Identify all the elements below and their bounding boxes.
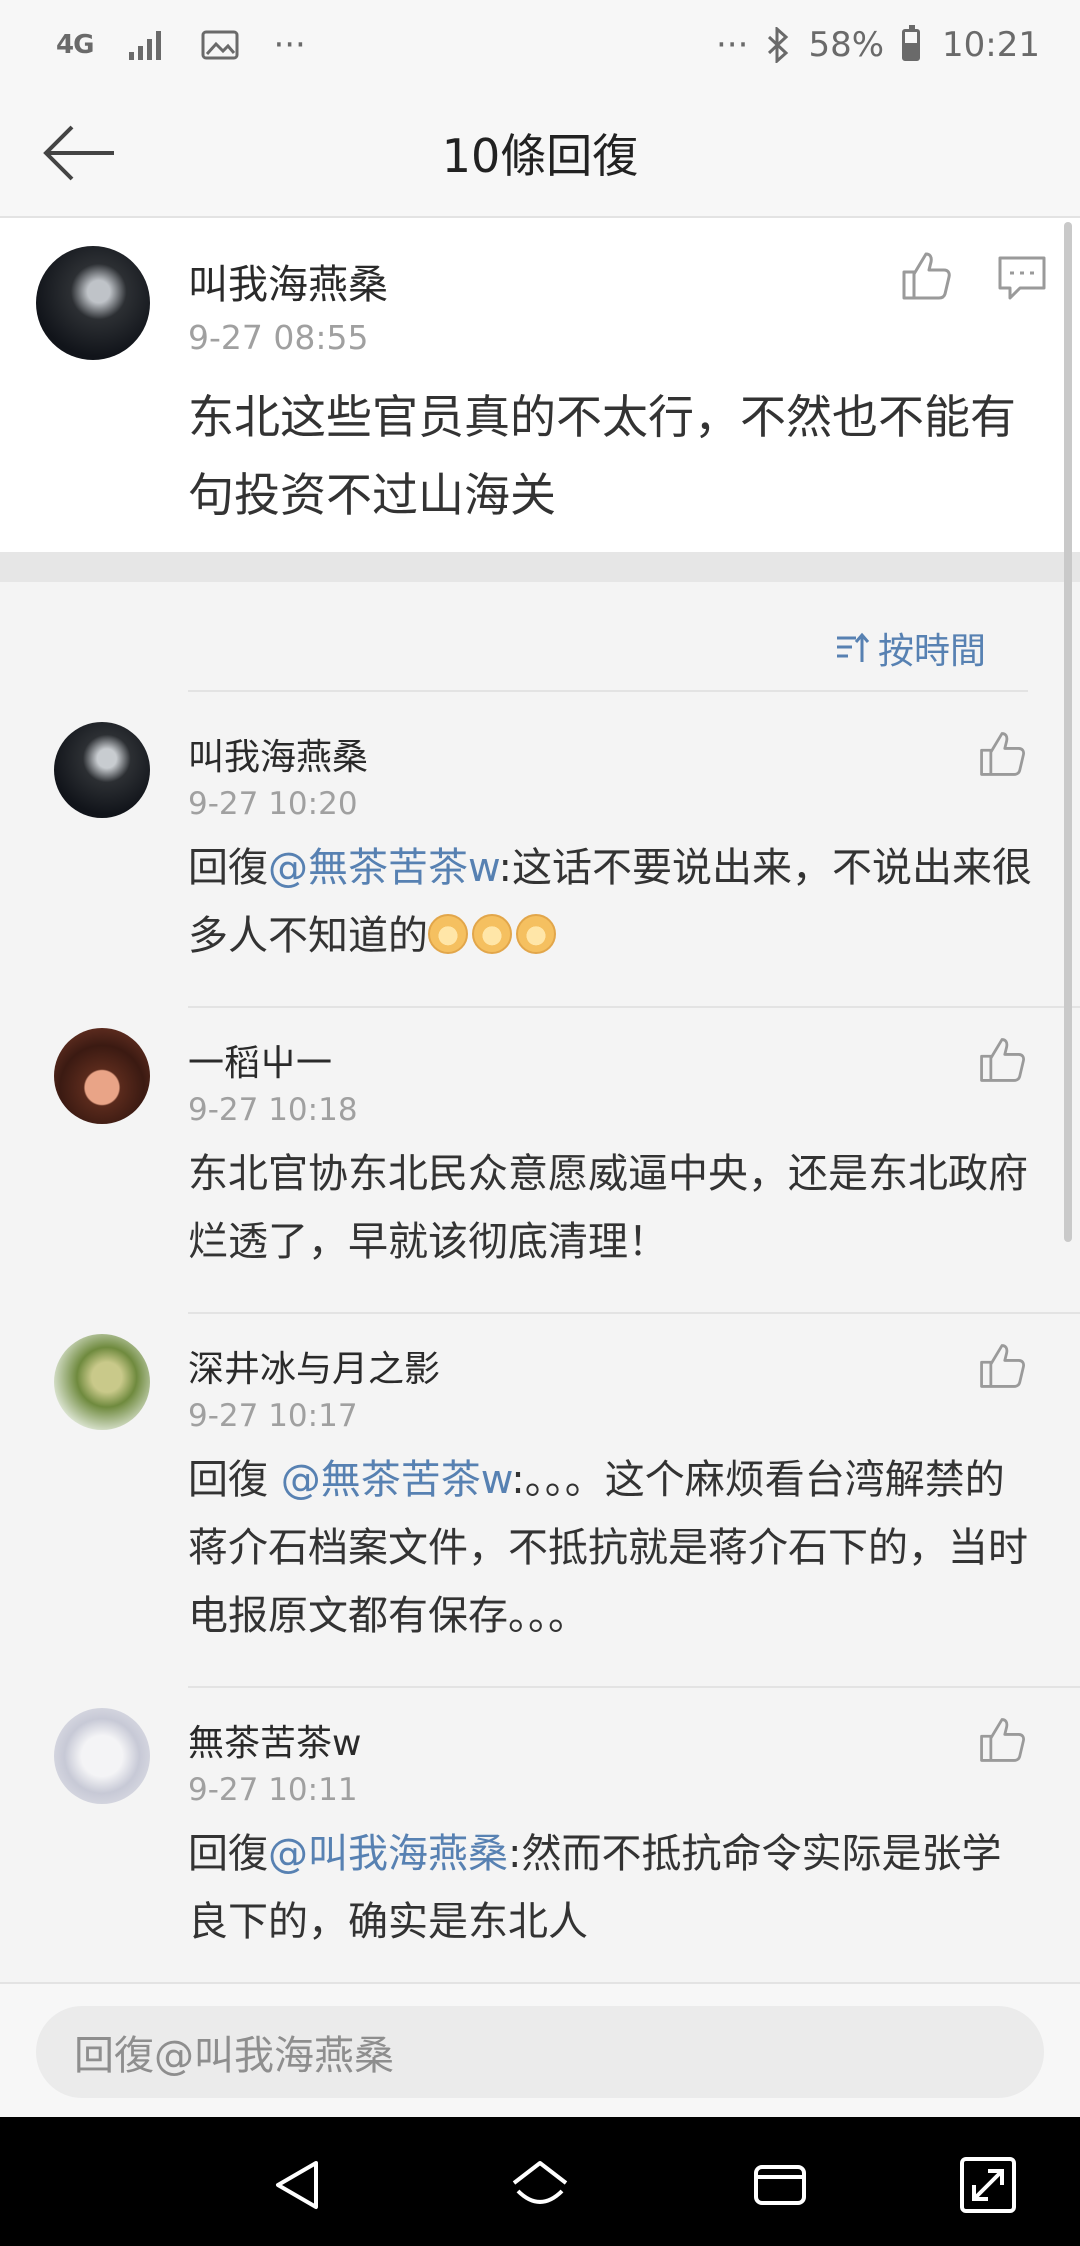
author-name[interactable]: 無茶苦茶w	[188, 1714, 361, 1766]
status-overflow-icon: ···	[716, 25, 749, 65]
back-nav-icon[interactable]	[268, 2153, 332, 2217]
sort-icon	[836, 632, 870, 662]
reply-text: 回復@叫我海燕桑:然而不抵抗命令实际是张学良下的，确实是东北人	[188, 1820, 1036, 1956]
status-bar: 4G ··· ··· 58% 10:21	[0, 0, 1080, 90]
clock: 10:21	[942, 25, 1040, 65]
timestamp: 9-27 10:18	[188, 1092, 358, 1128]
avatar[interactable]	[54, 722, 150, 818]
timestamp: 9-27 10:11	[188, 1772, 358, 1808]
main-comment: 叫我海燕桑 9-27 08:55 东北这些官员真的不太行，不然也不能有句投资不过…	[0, 218, 1080, 552]
header-bar: 10條回復	[0, 90, 1080, 218]
sort-row: 按時間	[188, 622, 1028, 692]
bluetooth-icon	[768, 27, 789, 63]
avatar[interactable]	[54, 1028, 150, 1124]
mention-link[interactable]: @無茶苦茶w	[268, 845, 499, 891]
battery-percent: 58%	[808, 25, 885, 65]
reply-item: 無茶苦茶w 9-27 10:11 回復@叫我海燕桑:然而不抵抗命令实际是张学良下…	[0, 1688, 1080, 1982]
reply-text: 回復@無茶苦茶w:这话不要说出来，不说出来很多人不知道的	[188, 834, 1036, 970]
thumbs-up-icon[interactable]	[976, 1714, 1028, 1766]
reply-prefix: 回復	[188, 1831, 268, 1877]
comment-icon[interactable]	[994, 250, 1050, 306]
page-title: 10條回復	[441, 129, 639, 183]
reply-text: 东北官协东北民众意愿威逼中央，还是东北政府烂透了，早就该彻底清理！	[188, 1151, 1028, 1265]
thumbs-up-icon[interactable]	[976, 1340, 1028, 1392]
timestamp: 9-27 10:20	[188, 786, 358, 822]
doge-emoji-icon	[428, 914, 468, 954]
scrollbar[interactable]	[1064, 222, 1072, 1242]
reply-list: 按時間 叫我海燕桑 9-27 10:20 回復@無茶苦茶w:这话不要说出来，不说…	[0, 582, 1080, 1982]
more-notifications-icon: ···	[273, 25, 306, 65]
system-nav-bar	[0, 2117, 1080, 2246]
signal-icon	[129, 31, 162, 60]
doge-emoji-icon	[516, 914, 556, 954]
thumbs-up-icon[interactable]	[976, 728, 1028, 780]
reply-prefix: 回復	[188, 845, 268, 891]
avatar[interactable]	[36, 246, 150, 360]
author-name[interactable]: 深井冰与月之影	[188, 1340, 440, 1392]
avatar[interactable]	[54, 1708, 150, 1804]
comment-text: 东北这些官员真的不太行，不然也不能有句投资不过山海关	[188, 390, 1016, 522]
reply-prefix: 回復	[188, 1457, 281, 1503]
timestamp: 9-27 10:17	[188, 1398, 358, 1434]
reply-input-bar: 回復@叫我海燕桑	[0, 1982, 1080, 2117]
reply-input[interactable]: 回復@叫我海燕桑	[36, 2006, 1044, 2098]
doge-emoji-icon	[472, 914, 512, 954]
expand-icon[interactable]	[956, 2153, 1020, 2217]
reply-text: 回復 @無茶苦茶w:。。。这个麻烦看台湾解禁的蒋介石档案文件，不抵抗就是蒋介石下…	[188, 1446, 1036, 1650]
reply-item: 深井冰与月之影 9-27 10:17 回復 @無茶苦茶w:。。。这个麻烦看台湾解…	[0, 1314, 1080, 1688]
battery-icon	[902, 25, 921, 61]
network-type: 4G	[56, 30, 94, 60]
avatar[interactable]	[54, 1334, 150, 1430]
reply-item: 一稻屮一 9-27 10:18 东北官协东北民众意愿威逼中央，还是东北政府烂透了…	[0, 1008, 1080, 1314]
sort-button[interactable]: 按時間	[834, 622, 986, 674]
sort-label: 按時間	[877, 631, 986, 672]
back-arrow-icon[interactable]	[40, 118, 120, 188]
timestamp: 9-27 08:55	[188, 318, 369, 357]
mention-link[interactable]: @叫我海燕桑	[268, 1831, 508, 1877]
author-name[interactable]: 叫我海燕桑	[188, 252, 388, 310]
home-nav-icon[interactable]	[508, 2153, 572, 2217]
mention-link[interactable]: @無茶苦茶w	[281, 1457, 512, 1503]
thumbs-up-icon[interactable]	[898, 248, 954, 304]
thumbs-up-icon[interactable]	[976, 1034, 1028, 1086]
image-notification-icon	[201, 30, 239, 60]
recent-apps-icon[interactable]	[748, 2153, 812, 2217]
reply-item: 叫我海燕桑 9-27 10:20 回復@無茶苦茶w:这话不要说出来，不说出来很多…	[0, 702, 1080, 1008]
author-name[interactable]: 一稻屮一	[188, 1034, 332, 1086]
section-divider	[0, 552, 1080, 582]
author-name[interactable]: 叫我海燕桑	[188, 728, 368, 780]
